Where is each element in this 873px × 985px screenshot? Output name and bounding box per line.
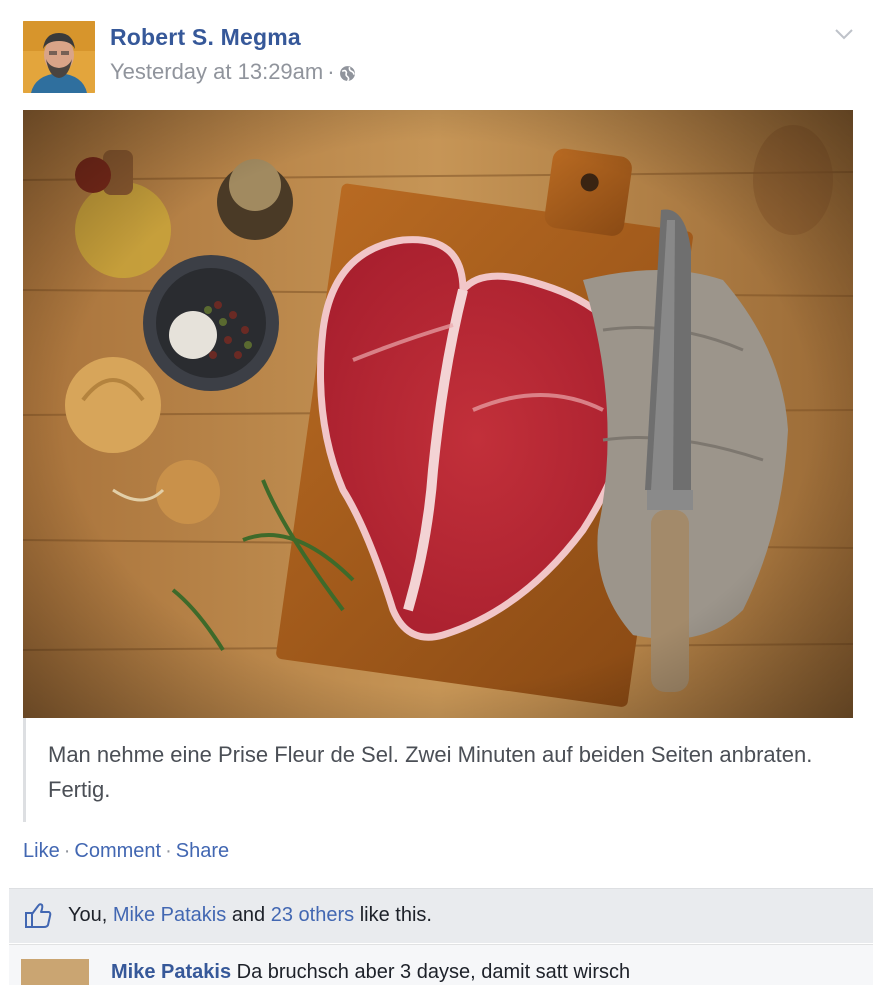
share-link[interactable]: Share [176, 840, 229, 862]
thumbs-up-icon [23, 900, 53, 935]
like-link[interactable]: Like [23, 840, 60, 862]
comment-body: Da bruchsch aber 3 dayse, damit satt wir… [236, 961, 631, 983]
post-photo[interactable] [23, 110, 853, 718]
post-timestamp[interactable]: Yesterday at 13:29am [110, 59, 323, 84]
likes-text: You, Mike Patakis and 23 others like thi… [68, 904, 432, 927]
post-card: Robert S. Megma Yesterday at 13:29am · M… [0, 0, 873, 985]
author-avatar[interactable] [23, 21, 95, 93]
likes-and: and [231, 904, 266, 926]
likes-others-link[interactable]: 23 others [271, 904, 354, 926]
chevron-down-icon[interactable] [834, 27, 854, 46]
comment-item: Mike Patakis Da bruchsch aber 3 dayse, d… [9, 944, 873, 985]
likes-you: You, [68, 904, 108, 926]
comment-text: Mike Patakis Da bruchsch aber 3 dayse, d… [111, 961, 630, 984]
likes-friend-link[interactable]: Mike Patakis [113, 904, 226, 926]
commenter-name[interactable]: Mike Patakis [111, 961, 231, 983]
post-meta: Yesterday at 13:29am · [110, 59, 356, 88]
post-actions: Like · Comment · Share [23, 840, 229, 863]
meta-separator: · [327, 59, 335, 84]
action-separator: · [63, 840, 71, 862]
commenter-avatar[interactable] [21, 959, 89, 985]
post-author[interactable]: Robert S. Megma [110, 24, 301, 51]
likes-summary: You, Mike Patakis and 23 others like thi… [9, 888, 873, 943]
action-separator: · [165, 840, 172, 862]
comment-link[interactable]: Comment [74, 840, 161, 862]
caption-quote-bar [23, 718, 26, 822]
globe-icon[interactable] [339, 62, 356, 88]
likes-suffix: like this. [359, 904, 432, 926]
post-caption: Man nehme eine Prise Fleur de Sel. Zwei … [48, 742, 813, 802]
